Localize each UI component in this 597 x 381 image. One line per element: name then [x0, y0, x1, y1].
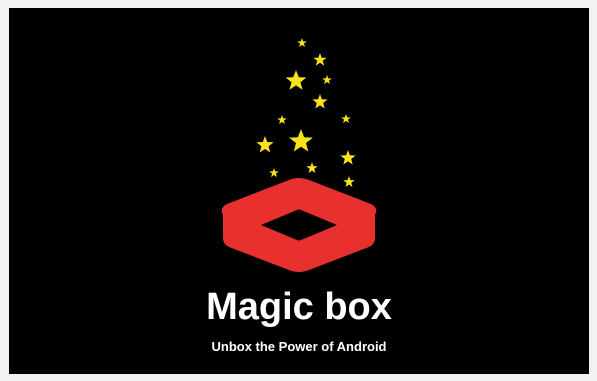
star-icon	[269, 168, 279, 177]
star-icon	[343, 176, 355, 187]
star-icon	[341, 114, 351, 123]
star-icon	[289, 129, 313, 152]
star-icon	[285, 70, 307, 90]
app-title: Magic box	[206, 286, 392, 328]
star-icon	[256, 136, 274, 153]
star-icon	[322, 75, 332, 84]
box-shape	[221, 178, 377, 272]
star-icon	[297, 38, 307, 47]
star-icon	[313, 53, 327, 66]
star-icon	[277, 115, 287, 124]
stars-cluster	[256, 38, 356, 187]
window-frame: Magic box Unbox the Power of Android	[0, 0, 597, 381]
star-icon	[340, 150, 356, 165]
splash-screen: Magic box Unbox the Power of Android	[9, 8, 589, 374]
star-icon	[312, 94, 328, 109]
app-tagline: Unbox the Power of Android	[211, 339, 387, 354]
star-icon	[306, 162, 318, 173]
